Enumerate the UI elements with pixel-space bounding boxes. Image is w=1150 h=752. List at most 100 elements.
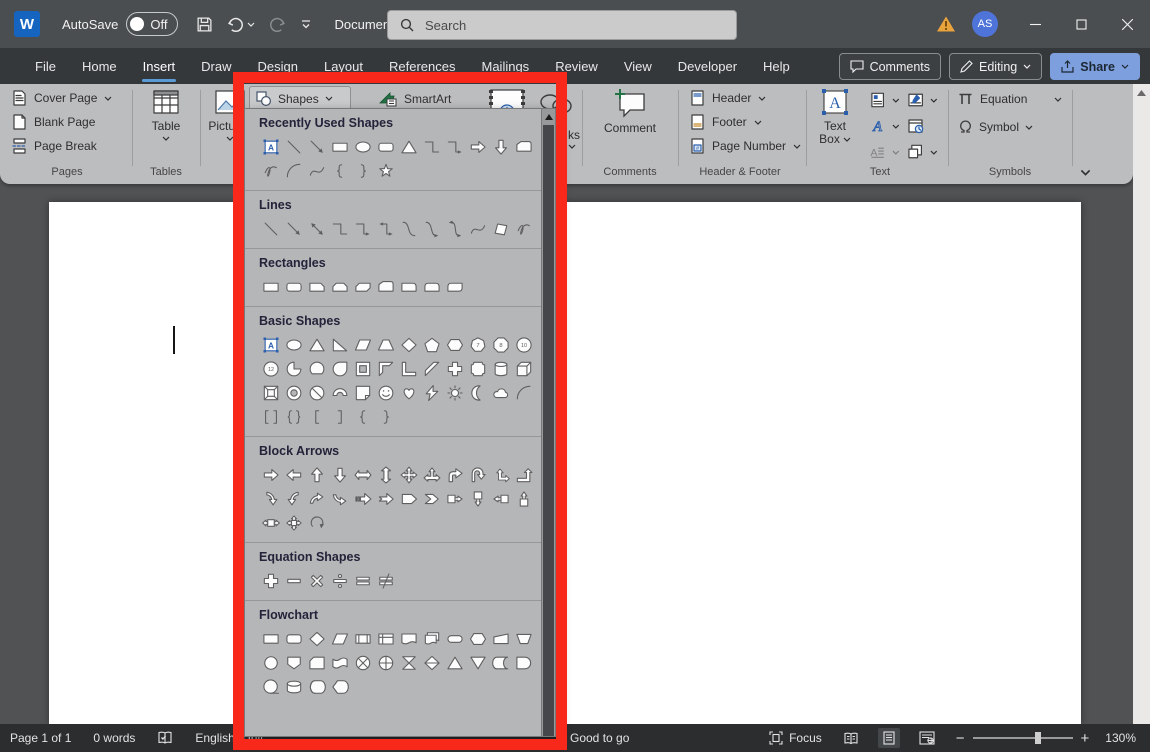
shape-curved-connector[interactable] xyxy=(397,217,420,241)
shape-or[interactable] xyxy=(374,651,397,675)
shape-line-arrow[interactable] xyxy=(282,217,305,241)
scrollbar-up-icon[interactable] xyxy=(542,109,555,124)
shape-left-right-up-arrow[interactable] xyxy=(420,463,443,487)
shape-block-arc[interactable] xyxy=(328,381,351,405)
tab-design[interactable]: Design xyxy=(245,48,311,84)
zoom-out-button[interactable]: − xyxy=(956,730,965,747)
shape-connector[interactable] xyxy=(259,651,282,675)
shape-chord[interactable] xyxy=(305,357,328,381)
shape-striped-right-arrow[interactable] xyxy=(351,487,374,511)
shape-arrow-up-down[interactable] xyxy=(374,463,397,487)
shape-arrow-right[interactable] xyxy=(259,463,282,487)
word-count[interactable]: 0 words xyxy=(93,731,135,745)
shape-stored-data[interactable] xyxy=(489,651,512,675)
tab-help[interactable]: Help xyxy=(750,48,803,84)
shape-curved-left-arrow[interactable] xyxy=(282,487,305,511)
symbol-button[interactable]: Symbol xyxy=(958,120,1033,134)
shape-arrow-right[interactable] xyxy=(466,135,489,159)
shape-multidocument[interactable] xyxy=(420,627,443,651)
search-bar[interactable] xyxy=(387,10,737,40)
zoom-slider[interactable] xyxy=(973,737,1073,739)
hf-page-number-button[interactable]: #Page Number xyxy=(686,134,805,158)
shape-off-page-connector[interactable] xyxy=(282,651,305,675)
shape-dodecagon[interactable]: 12 xyxy=(259,357,282,381)
redo-button[interactable] xyxy=(269,16,286,33)
shape-display[interactable] xyxy=(328,675,351,699)
shape-left-brace[interactable] xyxy=(351,405,374,429)
shape-cube[interactable] xyxy=(512,357,535,381)
shape-round-same-side-corner[interactable] xyxy=(420,275,443,299)
shape-curved-arrow-connector[interactable] xyxy=(420,217,443,241)
shape-heart[interactable] xyxy=(397,381,420,405)
share-button[interactable]: Share xyxy=(1050,53,1140,80)
shape-summing-junction[interactable] xyxy=(351,651,374,675)
tab-review[interactable]: Review xyxy=(542,48,611,84)
shape-data[interactable] xyxy=(328,627,351,651)
shape-up-arrow-callout[interactable] xyxy=(512,487,535,511)
shape-internal-storage[interactable] xyxy=(374,627,397,651)
shape-arrow-left-right[interactable] xyxy=(351,463,374,487)
shape-diamond[interactable] xyxy=(397,333,420,357)
shape-right-arrow-callout[interactable] xyxy=(443,487,466,511)
shape-snip-same-side-corner[interactable] xyxy=(328,275,351,299)
shape-multiplication[interactable] xyxy=(305,569,328,593)
shape-curve[interactable] xyxy=(305,159,328,183)
table-button[interactable]: Table xyxy=(140,88,192,141)
shape-teardrop[interactable] xyxy=(328,357,351,381)
tab-developer[interactable]: Developer xyxy=(665,48,750,84)
pages-cover-page-button[interactable]: Cover Page xyxy=(8,86,116,110)
shape-sort[interactable] xyxy=(420,651,443,675)
shape-magnetic-disk[interactable] xyxy=(282,675,305,699)
search-input[interactable] xyxy=(423,17,687,34)
shape-alternate-process[interactable] xyxy=(282,627,305,651)
shape-line[interactable] xyxy=(282,135,305,159)
zoom-level[interactable]: 130% xyxy=(1105,731,1136,745)
shape-terminator[interactable] xyxy=(443,627,466,651)
print-layout-button[interactable] xyxy=(878,728,900,748)
shape-chevron-arrow[interactable] xyxy=(420,487,443,511)
shape-quad-arrow-callout[interactable] xyxy=(282,511,305,535)
shape-line[interactable] xyxy=(259,217,282,241)
tab-view[interactable]: View xyxy=(611,48,665,84)
date-time-button[interactable] xyxy=(904,114,942,138)
shape-left-up-arrow[interactable] xyxy=(489,463,512,487)
shape-rectangle[interactable] xyxy=(259,275,282,299)
shape-left-brace[interactable] xyxy=(328,159,351,183)
equation-button[interactable]: Equation xyxy=(958,92,1062,106)
shape-smiley-face[interactable] xyxy=(374,381,397,405)
autosave-toggle[interactable]: AutoSave Off xyxy=(62,12,178,36)
shape-delay[interactable] xyxy=(512,651,535,675)
shape-right-bracket[interactable] xyxy=(328,405,351,429)
comments-button[interactable]: Comments xyxy=(839,53,941,80)
shape-hexagon[interactable] xyxy=(443,333,466,357)
shape-oval[interactable] xyxy=(282,333,305,357)
shape-pie[interactable] xyxy=(282,357,305,381)
shape-plaque[interactable] xyxy=(466,357,489,381)
shape-double-bracket[interactable] xyxy=(259,405,282,429)
shape-minus[interactable] xyxy=(282,569,305,593)
shape-regular-pentagon[interactable] xyxy=(420,333,443,357)
shape-double-brace[interactable] xyxy=(282,405,305,429)
shape-folded-corner[interactable] xyxy=(351,381,374,405)
shape-trapezoid[interactable] xyxy=(374,333,397,357)
shape-direct-access-storage[interactable] xyxy=(305,675,328,699)
shape-punched-tape[interactable] xyxy=(328,651,351,675)
shape-line-arrow[interactable] xyxy=(305,135,328,159)
comment-button[interactable]: Comment xyxy=(592,86,668,135)
shape-line-arrow-double[interactable] xyxy=(305,217,328,241)
undo-button[interactable] xyxy=(227,16,255,33)
shape-process[interactable] xyxy=(259,627,282,651)
shape-donut[interactable] xyxy=(282,381,305,405)
shape-left-arrow-callout[interactable] xyxy=(489,487,512,511)
tab-draw[interactable]: Draw xyxy=(188,48,244,84)
shape-moon[interactable] xyxy=(466,381,489,405)
shape-no-symbol[interactable] xyxy=(305,381,328,405)
page-indicator[interactable]: Page 1 of 1 xyxy=(10,731,71,745)
shape-l-shape[interactable] xyxy=(397,357,420,381)
shape-collate[interactable] xyxy=(397,651,420,675)
shape-parallelogram[interactable] xyxy=(351,333,374,357)
shape-curve[interactable] xyxy=(466,217,489,241)
shape-decision[interactable] xyxy=(305,627,328,651)
shape-star-5-point[interactable] xyxy=(374,159,397,183)
shape-right-brace[interactable] xyxy=(351,159,374,183)
